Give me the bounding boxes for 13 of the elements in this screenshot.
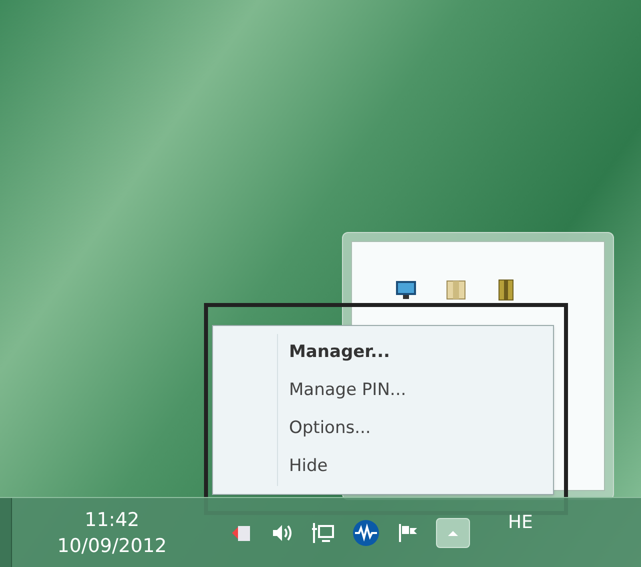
network-icon[interactable] <box>310 520 336 544</box>
caret-icon <box>447 528 459 536</box>
show-hidden-icons-button[interactable] <box>436 518 470 548</box>
menu-item[interactable]: Manager... <box>213 334 553 372</box>
menu-item[interactable]: Manage PIN... <box>213 372 553 410</box>
clock-time[interactable]: 11:42 <box>84 506 140 532</box>
language-indicator[interactable]: HE <box>508 509 533 536</box>
menu-item[interactable]: Options... <box>213 410 553 448</box>
clock-date[interactable]: 10/09/2012 <box>57 532 167 558</box>
chip-icon[interactable] <box>444 278 468 302</box>
menu-item[interactable]: Hide <box>213 448 553 486</box>
monitor-icon[interactable] <box>394 278 418 302</box>
waveform-icon[interactable] <box>352 518 380 546</box>
